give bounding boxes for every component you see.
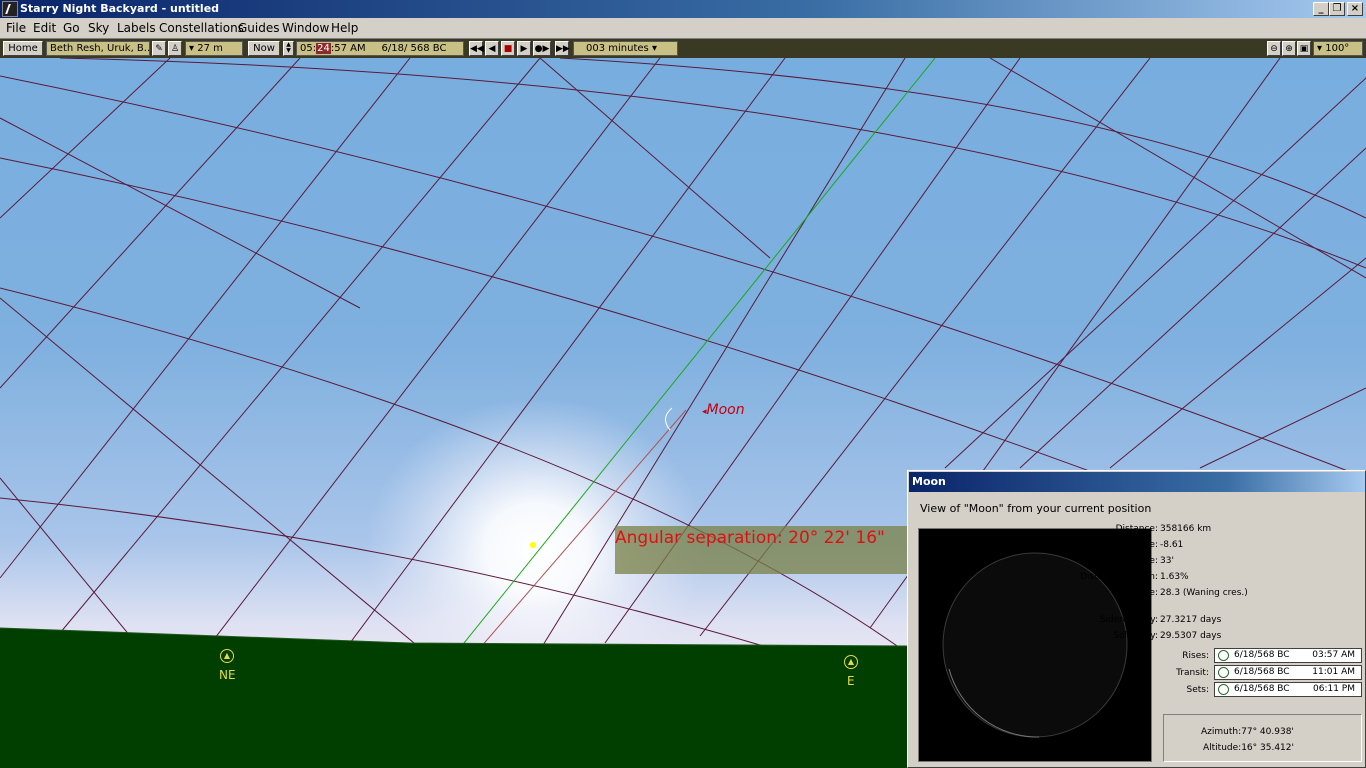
menu-go[interactable]: Go [63,21,80,35]
rises-date: 6/18/568 BC [1234,650,1290,660]
time-minute: 24 [316,43,331,54]
menu-constellations[interactable]: Constellations [159,21,244,35]
zoom-in-icon[interactable]: ⊕ [1282,41,1296,56]
illumination-value: 1.63% [1160,572,1189,582]
transit-label: Transit: [1176,668,1209,678]
menu-help[interactable]: Help [331,21,358,35]
title-bar: Starry Night Backyard - untitled _ ❐ × [0,0,1366,18]
solar-day-value: 29.5307 days [1160,631,1222,641]
person-icon[interactable]: ♙ [168,41,182,56]
rises-field[interactable]: 6/18/568 BC 03:57 AM [1214,648,1362,663]
sidereal-day-value: 27.3217 days [1160,615,1222,625]
now-button[interactable]: Now [248,41,280,56]
zoom-out-icon[interactable]: ⊖ [1267,41,1281,56]
dropdown-arrow-icon: ▾ [189,43,195,54]
distance-value: 358166 km [1160,524,1212,534]
stop-icon[interactable]: ■ [501,41,515,56]
info-label: Angular size: [1099,556,1158,566]
azimuth-value: Azimuth:77° 40.938' [1201,727,1294,737]
menu-sky[interactable]: Sky [88,21,109,35]
horizon-ground [0,628,907,768]
date-value: 6/18/ 568 BC [381,43,447,54]
info-label: Solar day: [1113,631,1158,641]
dropdown-arrow-icon: ▾ [651,43,657,54]
restore-button[interactable]: ❐ [1329,2,1345,16]
info-label: Sidereal day: [1099,615,1158,625]
time-spinner[interactable]: ▲ ▼ [283,41,294,56]
info-label: Age: [1137,588,1158,598]
time-rest: 57 AM [334,43,366,54]
clock-icon [1218,667,1229,678]
elevation-value: 27 m [197,43,223,54]
time-step-field[interactable]: 003 minutes ▾ [573,41,678,56]
compass-e-label: E [847,674,855,688]
transit-date: 6/18/568 BC [1234,667,1290,677]
clock-icon [1218,650,1229,661]
panel-title[interactable]: Moon [909,472,1365,492]
time-date-field[interactable]: 05:24:57 AM 6/18/ 568 BC [296,41,464,56]
transit-field[interactable]: 6/18/568 BC 11:01 AM [1214,665,1362,680]
play-forward-icon[interactable]: ▶ [517,41,531,56]
fast-forward-icon[interactable]: ▶▶ [555,41,570,56]
moon-label-text: Moon [706,402,745,418]
clock-icon [1218,684,1229,695]
time-step-value: 003 minutes [586,43,649,54]
window-title: Starry Night Backyard - untitled [20,2,220,15]
sets-label: Sets: [1186,685,1210,695]
menu-file[interactable]: File [6,21,26,35]
info-label: Disc illumination: [1080,572,1158,582]
step-forward-icon[interactable]: ●▶ [533,41,551,56]
angular-separation-box: Angular separation: 20° 22' 16" [615,526,910,574]
compass-ne-label: NE [219,668,236,682]
sun-marker[interactable] [530,542,536,548]
menu-edit[interactable]: Edit [33,21,56,35]
info-label: Distance: [1115,524,1158,534]
elevation-field[interactable]: ▾ 27 m [185,41,243,56]
angular-size-value: 33' [1160,556,1174,566]
minimize-button[interactable]: _ [1313,2,1329,16]
compass-ne-icon: ▲ [220,649,234,663]
rises-label: Rises: [1182,651,1209,661]
info-label: Magnitude: [1107,540,1158,550]
dropdown-arrow-icon: ▾ [1317,43,1323,54]
position-box: Azimuth:77° 40.938' Altitude:16° 35.412' [1163,714,1362,762]
step-back-icon[interactable]: ◀◀ [469,41,484,56]
location-field[interactable]: Beth Resh, Uruk, B... [46,41,150,56]
object-info-panel: Moon View of "Moon" from your current po… [907,470,1366,768]
menu-bar: File Edit Go Sky Labels Constellations G… [0,18,1366,38]
menu-guides[interactable]: Guides [238,21,280,35]
age-value: 28.3 (Waning cres.) [1160,588,1248,598]
transit-time: 11:01 AM [1312,667,1355,677]
panel-subtitle: View of "Moon" from your current positio… [920,502,1152,515]
menu-window[interactable]: Window [282,21,329,35]
sets-date: 6/18/568 BC [1234,684,1290,694]
app-icon[interactable] [2,1,18,17]
compass-e-icon: ▲ [844,655,858,669]
rises-time: 03:57 AM [1312,650,1355,660]
play-back-icon[interactable]: ◀ [485,41,499,56]
fov-value: 100° [1325,43,1350,54]
fov-field[interactable]: ▾ 100° [1313,41,1363,56]
angular-separation-text: Angular separation: 20° 22' 16" [615,528,885,548]
magnitude-value: -8.61 [1160,540,1184,550]
app-window: Starry Night Backyard - untitled _ ❐ × F… [0,0,1366,768]
toolbar: Home Beth Resh, Uruk, B... ✎ ♙ ▾ 27 m No… [0,38,1366,58]
close-button[interactable]: × [1347,2,1363,16]
altitude-value: Altitude:16° 35.412' [1203,743,1294,753]
sets-time: 06:11 PM [1313,684,1355,694]
zoom-fit-icon[interactable]: ▣ [1297,41,1311,56]
time-hour: 05 [300,43,313,54]
sets-field[interactable]: 6/18/568 BC 06:11 PM [1214,682,1362,697]
pencil-icon[interactable]: ✎ [152,41,166,56]
menu-labels[interactable]: Labels [117,21,156,35]
home-button[interactable]: Home [3,41,43,56]
moon-label[interactable]: ◂Moon [702,402,745,418]
